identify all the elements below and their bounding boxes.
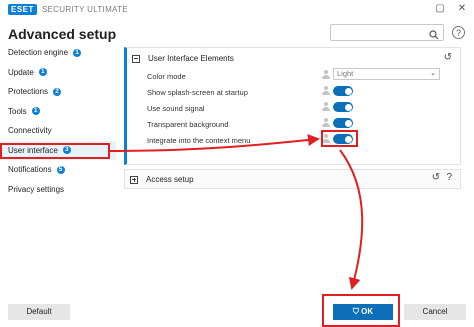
- cancel-button[interactable]: Cancel: [404, 304, 466, 320]
- shield-icon: ⛉: [352, 307, 362, 316]
- arrow-to-ok: [339, 149, 364, 290]
- default-button[interactable]: Default: [8, 304, 70, 320]
- ok-button[interactable]: ⛉ OK: [333, 304, 393, 320]
- annotation-arrows: [109, 134, 364, 290]
- ok-label: OK: [361, 307, 374, 316]
- arrow-to-toggle: [109, 134, 320, 152]
